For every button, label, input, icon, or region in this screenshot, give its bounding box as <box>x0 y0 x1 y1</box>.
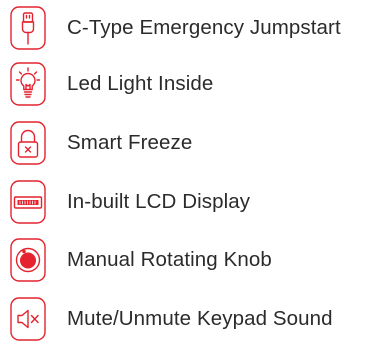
feature-item-smart-freeze: Smart Freeze <box>0 121 386 165</box>
padlock-icon <box>10 121 46 165</box>
feature-label: Led Light Inside <box>67 72 214 95</box>
feature-label: Manual Rotating Knob <box>67 248 272 271</box>
usb-c-cable-icon <box>10 6 46 50</box>
feature-item-mute-keypad: Mute/Unmute Keypad Sound <box>0 297 386 341</box>
feature-label: Smart Freeze <box>67 131 193 154</box>
lcd-display-icon <box>10 180 46 224</box>
feature-list: C-Type Emergency Jumpstart Led Light Ins… <box>0 0 386 341</box>
feature-item-lcd-display: In-built LCD Display <box>0 180 386 224</box>
speaker-mute-icon <box>10 297 46 341</box>
led-bulb-icon <box>10 62 46 106</box>
feature-label: Mute/Unmute Keypad Sound <box>67 307 333 330</box>
feature-item-c-type-jumpstart: C-Type Emergency Jumpstart <box>0 6 386 50</box>
feature-label: In-built LCD Display <box>67 190 251 213</box>
feature-label: C-Type Emergency Jumpstart <box>67 16 341 39</box>
rotating-knob-icon <box>10 238 46 282</box>
feature-item-led-light: Led Light Inside <box>0 62 386 106</box>
feature-item-rotating-knob: Manual Rotating Knob <box>0 238 386 282</box>
